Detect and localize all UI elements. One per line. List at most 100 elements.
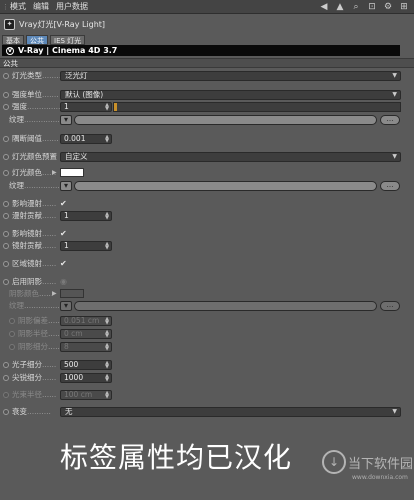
- animate-dot-icon[interactable]: [3, 153, 9, 160]
- tab-common[interactable]: 公共: [26, 35, 48, 45]
- animate-dot-icon[interactable]: [3, 169, 9, 176]
- animate-dot-icon[interactable]: [3, 91, 9, 98]
- plus-icon[interactable]: ⊞: [398, 1, 410, 13]
- search-icon[interactable]: ⌕: [350, 1, 362, 13]
- spinner-icon[interactable]: ▲ ▼: [105, 342, 109, 351]
- watermark-brand: 当下软件园: [348, 456, 414, 472]
- spinner-icon[interactable]: ▲ ▼: [105, 134, 109, 143]
- shadow-subdivs-input[interactable]: 8 ▲ ▼: [60, 341, 112, 352]
- tab-ies[interactable]: IES 灯光: [50, 35, 86, 45]
- animate-dot-icon[interactable]: [3, 361, 9, 368]
- spinner-icon[interactable]: ▲ ▼: [105, 316, 109, 325]
- texture-dropdown-button[interactable]: ▾: [60, 300, 72, 311]
- shadow-radius-input[interactable]: 0 cm ▲ ▼: [60, 328, 112, 339]
- animate-dot-icon[interactable]: [9, 343, 15, 350]
- intensity-unit-label: 强度单位.......: [3, 89, 59, 100]
- animate-dot-icon[interactable]: [3, 230, 9, 237]
- menu-edit[interactable]: 编辑: [33, 0, 56, 14]
- vray-banner: V V-Ray | Cinema 4D 3.7: [2, 45, 400, 56]
- animate-dot-icon[interactable]: [3, 103, 9, 110]
- enable-shadow-checkbox[interactable]: ◉: [60, 277, 67, 286]
- spinner-icon[interactable]: ▲ ▼: [105, 329, 109, 338]
- animate-dot-icon[interactable]: [3, 242, 9, 249]
- intensity-texture-slot[interactable]: [74, 114, 377, 125]
- row-area-specular: 区域镜射...... ✔: [0, 258, 414, 269]
- shadow-texture-slot[interactable]: [74, 300, 377, 311]
- row-photon-subdivs: 光子细分...... 500 ▲ ▼: [0, 359, 414, 370]
- intensity-unit-select[interactable]: 默认 (图像) ▼: [60, 89, 401, 100]
- diffuse-contrib-label: 漫射贡献......: [3, 210, 56, 221]
- shadow-subdivs-label: 阴影细分......: [9, 341, 62, 352]
- arrow-up-icon[interactable]: ▲: [334, 1, 346, 13]
- animate-dot-icon[interactable]: [3, 408, 9, 415]
- light-type-select[interactable]: 泛光灯 ▼: [60, 70, 401, 81]
- tab-bar: 基本 公共 IES 灯光: [2, 35, 86, 45]
- area-specular-checkbox[interactable]: ✔: [60, 259, 67, 268]
- area-specular-label: 区域镜射......: [3, 258, 56, 269]
- light-color-label: 灯光颜色......: [3, 167, 56, 178]
- shadow-bias-label: 阴影偏差......: [9, 315, 62, 326]
- diffuse-contrib-input[interactable]: 1 ▲ ▼: [60, 210, 112, 221]
- drag-handle-icon[interactable]: ⋮: [2, 3, 9, 11]
- affect-diffuse-checkbox[interactable]: ✔: [60, 199, 67, 208]
- vray-logo-icon: V: [6, 46, 14, 55]
- shadow-bias-input[interactable]: 0.051 cm ▲ ▼: [60, 315, 112, 326]
- spinner-icon[interactable]: ▲ ▼: [105, 373, 109, 382]
- section-header-common[interactable]: 公共: [0, 58, 414, 68]
- animate-dot-icon[interactable]: [9, 317, 15, 324]
- animate-dot-icon[interactable]: [3, 374, 9, 381]
- caustic-subdivs-input[interactable]: 1000 ▲ ▼: [60, 372, 112, 383]
- affect-specular-checkbox[interactable]: ✔: [60, 229, 67, 238]
- more-options-button[interactable]: …: [380, 180, 400, 191]
- color-texture-slot[interactable]: [74, 180, 377, 191]
- arrow-back-icon[interactable]: ◀: [318, 1, 330, 13]
- texture-dropdown-button[interactable]: ▾: [60, 114, 72, 125]
- texture-dropdown-button[interactable]: ▾: [60, 180, 72, 191]
- animate-dot-icon[interactable]: [3, 72, 9, 79]
- row-enable-shadow: 启用阴影...... ◉: [0, 276, 414, 287]
- spinner-icon[interactable]: ▲ ▼: [105, 241, 109, 250]
- menu-userdata[interactable]: 用户数据: [56, 0, 95, 14]
- watermark-url: www.downxia.com: [352, 474, 408, 481]
- gear-icon[interactable]: ⚙: [382, 1, 394, 13]
- animate-dot-icon[interactable]: [3, 278, 9, 285]
- shadow-color-swatch[interactable]: [60, 289, 84, 298]
- tab-basic[interactable]: 基本: [2, 35, 24, 45]
- shadow-radius-label: 阴影半径......: [9, 328, 62, 339]
- specular-contrib-label: 镜射贡献......: [3, 240, 56, 251]
- intensity-slider-fill: [114, 102, 117, 111]
- intensity-slider[interactable]: [113, 101, 401, 112]
- row-color-preset: 灯光颜色预置 自定义 ▼: [0, 151, 414, 162]
- animate-dot-icon[interactable]: [3, 260, 9, 267]
- animate-dot-icon[interactable]: [3, 212, 9, 219]
- photon-radius-input[interactable]: 100 cm ▲ ▼: [60, 389, 112, 400]
- lock-icon[interactable]: ⊡: [366, 1, 378, 13]
- spinner-icon[interactable]: ▲ ▼: [105, 102, 109, 111]
- spinner-icon[interactable]: ▲ ▼: [105, 360, 109, 369]
- decay-select[interactable]: 无 ▼: [60, 406, 401, 417]
- row-photon-radius: 光束半径...... 100 cm ▲ ▼: [0, 389, 414, 400]
- menubar: ⋮ 模式 编辑 用户数据 ◀ ▲ ⌕ ⊡ ⚙ ⊞: [0, 0, 414, 14]
- shadow-texture-label: 纹理.................: [9, 301, 65, 310]
- specular-contrib-input[interactable]: 1 ▲ ▼: [60, 240, 112, 251]
- spinner-icon[interactable]: ▲ ▼: [105, 390, 109, 399]
- expand-arrow-icon[interactable]: ▶: [52, 290, 57, 297]
- expand-arrow-icon[interactable]: ▶: [52, 169, 57, 176]
- more-options-button[interactable]: …: [380, 300, 400, 311]
- animate-dot-icon[interactable]: [3, 200, 9, 207]
- animate-dot-icon[interactable]: [9, 330, 15, 337]
- animate-dot-icon[interactable]: [3, 135, 9, 142]
- photon-subdivs-input[interactable]: 500 ▲ ▼: [60, 359, 112, 370]
- enable-shadow-label: 启用阴影......: [3, 276, 56, 287]
- photon-radius-label: 光束半径......: [3, 389, 56, 400]
- color-preset-select[interactable]: 自定义 ▼: [60, 151, 401, 162]
- cutoff-input[interactable]: 0.001 ▲ ▼: [60, 133, 112, 144]
- menu-mode[interactable]: 模式: [10, 0, 33, 14]
- spinner-icon[interactable]: ▲ ▼: [105, 211, 109, 220]
- more-options-button[interactable]: …: [380, 114, 400, 125]
- light-color-swatch[interactable]: [60, 168, 84, 177]
- cutoff-label: 隅断阈值.......: [3, 133, 59, 144]
- shadow-color-label: 阴影颜色......: [9, 289, 54, 298]
- intensity-input[interactable]: 1 ▲ ▼: [60, 101, 112, 112]
- animate-dot-icon[interactable]: [3, 391, 9, 398]
